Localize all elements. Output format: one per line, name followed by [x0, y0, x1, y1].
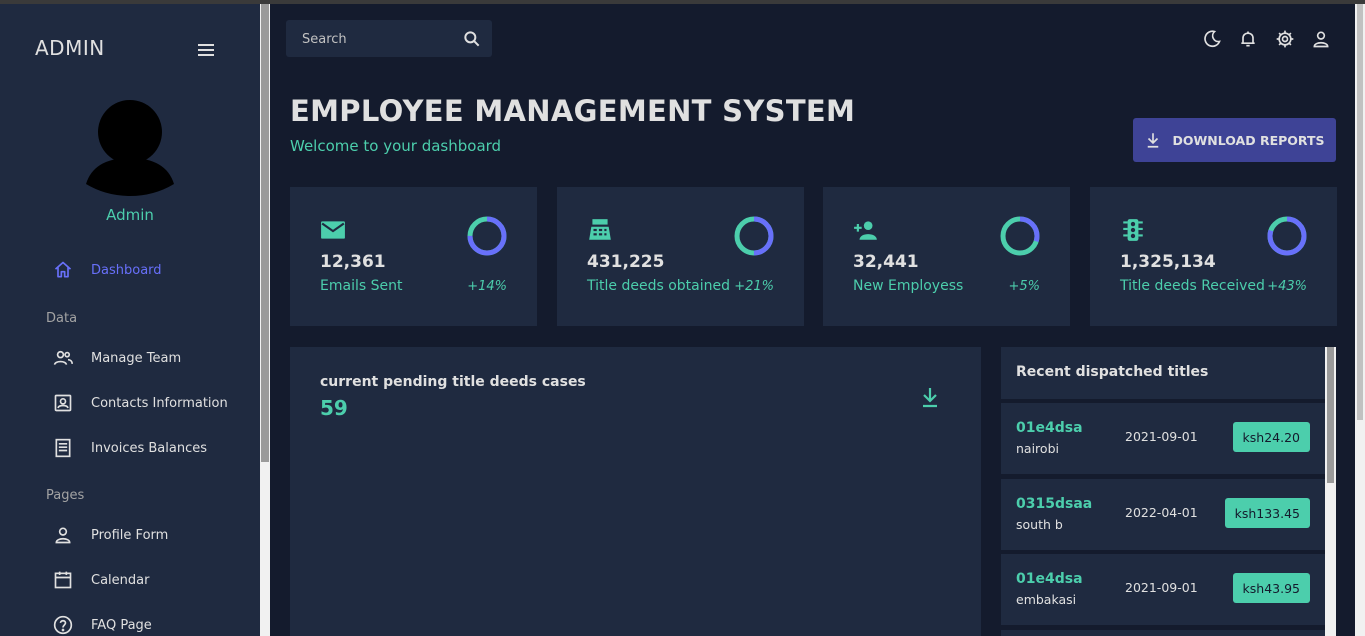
progress-circle — [1267, 216, 1307, 256]
section-label-pages: Pages — [46, 488, 85, 503]
download-reports-button[interactable]: DOWNLOAD REPORTS — [1133, 118, 1336, 162]
sidebar-item-label: Calendar — [91, 572, 150, 588]
sidebar-item-dashboard[interactable]: Dashboard — [52, 259, 162, 281]
stat-card-new-employees: 32,441 New Employess +5% — [823, 187, 1070, 326]
title-id: 0315dsaa — [1016, 496, 1093, 512]
title-date: 2022-04-01 — [1125, 505, 1198, 520]
page-title: EMPLOYEE MANAGEMENT SYSTEM — [290, 94, 856, 128]
amount-badge: ksh43.95 — [1232, 573, 1310, 603]
pending-cases-card: current pending title deeds cases 59 — [290, 347, 981, 636]
recent-list-scrollbar[interactable] — [1325, 347, 1336, 636]
help-icon — [52, 614, 74, 636]
sidebar-item-profile-form[interactable]: Profile Form — [52, 524, 168, 546]
sidebar-item-invoices[interactable]: Invoices Balances — [52, 437, 207, 459]
progress-circle — [467, 216, 507, 256]
title-location: embakasi — [1016, 592, 1077, 607]
sidebar-scrollbar-thumb[interactable] — [261, 4, 269, 462]
stat-label: Title deeds Received — [1120, 278, 1265, 294]
sidebar-scrollbar[interactable] — [260, 4, 270, 636]
download-icon[interactable] — [918, 385, 942, 409]
stat-card-title-deeds-obtained: 431,225 Title deeds obtained +21% — [557, 187, 804, 326]
recent-titles-header: Recent dispatched titles — [1001, 347, 1325, 399]
search-box — [286, 20, 492, 59]
sidebar-item-label: Profile Form — [91, 527, 169, 543]
pending-cases-title: current pending title deeds cases — [320, 374, 586, 390]
calendar-icon — [52, 569, 74, 591]
title-location: nairobi — [1016, 441, 1059, 456]
stat-label: New Employess — [853, 278, 964, 294]
stat-increase: +5% — [1008, 279, 1040, 294]
sidebar-item-faq[interactable]: FAQ Page — [52, 614, 152, 636]
sidebar-item-label: Invoices Balances — [91, 440, 208, 456]
title-location: south b — [1016, 517, 1063, 532]
admin-name: Admin — [106, 206, 154, 224]
sidebar-brand: ADMIN — [35, 36, 105, 60]
recent-list-scrollbar-thumb[interactable] — [1327, 347, 1334, 483]
page-scrollbar-thumb[interactable] — [1357, 4, 1363, 420]
person-add-icon — [854, 221, 877, 240]
sidebar-item-label: Dashboard — [91, 262, 162, 278]
list-item: 01e4dsa nairobi 2021-09-01 ksh24.20 — [1001, 403, 1325, 474]
email-icon — [321, 221, 345, 239]
title-id: 01e4dsa — [1016, 420, 1083, 436]
title-date: 2021-09-01 — [1125, 580, 1198, 595]
settings-icon[interactable] — [1273, 28, 1297, 50]
profile-icon[interactable] — [1309, 28, 1333, 50]
stat-card-emails: 12,361 Emails Sent +14% — [290, 187, 537, 326]
progress-circle — [1000, 216, 1040, 256]
stat-label: Title deeds obtained — [587, 278, 730, 294]
title-date: 2021-09-01 — [1125, 429, 1198, 444]
section-label-data: Data — [46, 311, 78, 326]
pending-cases-value: 59 — [320, 396, 348, 420]
home-icon — [52, 259, 74, 281]
stat-value: 1,325,134 — [1120, 252, 1216, 272]
search-icon[interactable] — [462, 29, 482, 49]
sidebar-item-label: FAQ Page — [91, 617, 152, 633]
stat-increase: +14% — [467, 279, 507, 294]
sidebar: ADMIN Admin Dashboard Data Manage Team C… — [0, 4, 260, 636]
traffic-icon — [1123, 219, 1143, 241]
progress-circle — [734, 216, 774, 256]
avatar — [86, 100, 174, 196]
sidebar-item-calendar[interactable]: Calendar — [52, 569, 149, 591]
notifications-icon[interactable] — [1236, 28, 1260, 50]
recent-titles-title: Recent dispatched titles — [1016, 364, 1209, 380]
download-reports-label: DOWNLOAD REPORTS — [1172, 132, 1325, 148]
stat-label: Emails Sent — [320, 278, 403, 294]
menu-toggle-icon[interactable] — [196, 42, 216, 60]
title-id: 01e4dsa — [1016, 571, 1083, 587]
amount-badge: ksh133.45 — [1224, 498, 1310, 528]
person-icon — [52, 524, 74, 546]
dark-mode-icon[interactable] — [1200, 28, 1224, 50]
sidebar-item-label: Contacts Information — [91, 395, 228, 411]
list-item: 0315dsaa south b 2022-04-01 ksh133.45 — [1001, 479, 1325, 550]
sidebar-item-contacts[interactable]: Contacts Information — [52, 392, 228, 414]
list-item — [1001, 630, 1325, 636]
amount-badge: ksh24.20 — [1232, 422, 1310, 452]
stat-increase: +21% — [734, 279, 774, 294]
page-subtitle: Welcome to your dashboard — [290, 137, 502, 155]
sidebar-item-label: Manage Team — [91, 350, 182, 366]
download-icon — [1148, 133, 1159, 148]
point-of-sale-icon — [589, 219, 611, 240]
stat-value: 12,361 — [320, 252, 386, 272]
search-input[interactable] — [300, 20, 454, 59]
receipt-icon — [52, 437, 74, 459]
sidebar-item-manage-team[interactable]: Manage Team — [52, 347, 181, 369]
stat-increase: +43% — [1267, 279, 1307, 294]
contacts-icon — [52, 392, 74, 414]
people-icon — [52, 347, 74, 369]
stat-card-title-deeds-received: 1,325,134 Title deeds Received +43% — [1090, 187, 1337, 326]
page-scrollbar[interactable] — [1355, 4, 1365, 636]
stat-value: 431,225 — [587, 252, 665, 272]
list-item: 01e4dsa embakasi 2021-09-01 ksh43.95 — [1001, 554, 1325, 625]
stat-value: 32,441 — [853, 252, 919, 272]
